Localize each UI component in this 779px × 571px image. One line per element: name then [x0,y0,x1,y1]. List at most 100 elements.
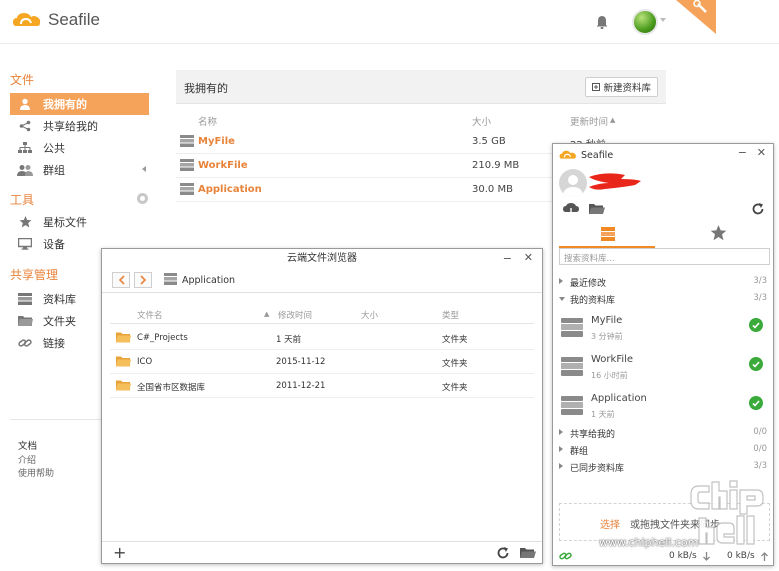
sidebar-item-label: 文件夹 [43,315,76,328]
sidebar-item-public[interactable]: 公共 [10,137,149,159]
chevron-down-icon [559,297,565,301]
sidebar-item-mine[interactable]: 我拥有的 [10,93,149,115]
refresh-icon[interactable] [496,546,510,560]
download-rate: 0 kB/s [669,551,697,561]
top-header: Seafile [0,0,779,44]
file-name: 全国省市区数据库 [137,383,206,393]
minimize-button[interactable]: − [738,146,747,159]
section-my-libraries[interactable]: 我的资料库 3/3 [559,292,769,306]
sidebar-heading-tools: 工具 [10,193,35,207]
forward-button[interactable] [134,272,152,288]
new-library-label: 新建资料库 [603,83,651,94]
group-icon [17,163,33,177]
arrow-up-icon [761,552,768,561]
file-type: 文件夹 [442,335,468,345]
sidebar-heading-share-admin: 共享管理 [10,268,59,282]
refresh-icon[interactable] [751,202,765,216]
library-size: 210.9 MB [472,160,520,171]
column-header-mtime[interactable]: 修改时间 [278,309,312,321]
repo-item[interactable]: WorkFile 16 小时前 [559,351,769,389]
cloud-download-icon[interactable] [563,202,579,216]
list-item[interactable]: ICO 2015-11-12 文件夹 [110,350,534,374]
sidebar-item-label: 资料库 [43,293,76,306]
cloud-file-browser-window[interactable]: 云端文件浏览器 − ✕ Application 文件名 ▲ 修改时间 大小 类型… [101,248,543,564]
section-synced-libraries[interactable]: 已同步资料库 3/3 [559,460,769,474]
list-item[interactable]: 全国省市区数据库 2011-12-21 文件夹 [110,374,534,398]
column-header-name[interactable]: 名称 [198,114,217,128]
chevron-right-icon [559,446,563,452]
minimize-button[interactable]: − [503,252,512,265]
link-icon[interactable] [559,550,572,562]
section-recent[interactable]: 最近修改 3/3 [559,275,769,289]
section-count: 3/3 [753,293,767,303]
column-header-size[interactable]: 大小 [472,114,491,128]
sidebar-item-label: 我拥有的 [43,98,87,111]
chevron-left-icon[interactable] [142,166,146,172]
section-count: 3/3 [753,461,767,471]
file-mtime: 1 天前 [276,335,302,345]
add-icon[interactable]: + [113,543,126,562]
file-name: C#_Projects [137,333,188,343]
monitor-icon [17,237,33,251]
close-button[interactable]: ✕ [757,146,766,159]
folder-open-icon[interactable] [589,203,605,215]
section-label: 已同步资料库 [570,464,625,474]
sidebar-item-starred[interactable]: 星标文件 [10,211,149,233]
sidebar-item-label: 群组 [43,164,65,177]
synced-check-icon [749,318,763,332]
column-header-filename[interactable]: 文件名 [137,309,163,321]
library-icon [561,396,583,415]
breadcrumb[interactable]: Application [182,275,235,286]
sidebar-docs-help-link[interactable]: 使用帮助 [18,466,54,479]
avatar[interactable] [559,169,587,197]
column-header-type[interactable]: 类型 [442,309,459,321]
sort-asc-icon[interactable]: ▲ [610,116,615,124]
new-library-button[interactable]: 新建资料库 [585,77,658,97]
library-name-link[interactable]: MyFile [198,136,235,147]
library-icon [164,273,177,285]
main-header: 我拥有的 新建资料库 [176,70,666,104]
sidebar-item-groups[interactable]: 群组 [10,159,149,181]
library-size: 30.0 MB [472,184,513,195]
tab-starred-icon[interactable] [710,225,727,241]
close-button[interactable]: ✕ [524,251,533,264]
sidebar-heading-files: 文件 [10,73,35,87]
sidebar-item-shared-with-me[interactable]: 共享给我的 [10,115,149,137]
tab-libraries-icon[interactable] [600,226,616,242]
repo-name: WorkFile [591,354,634,365]
library-name-link[interactable]: WorkFile [198,160,248,171]
section-groups[interactable]: 群组 0/0 [559,443,769,457]
bell-icon[interactable] [594,14,610,30]
sort-asc-icon[interactable]: ▲ [264,310,269,318]
browser-toolbar: Application [102,269,542,293]
seafile-logo[interactable]: Seafile [12,10,100,30]
user-avatar[interactable] [632,9,658,35]
library-name-link[interactable]: Application [198,184,262,195]
file-name: ICO [137,357,153,367]
section-shared-with-me[interactable]: 共享给我的 0/0 [559,426,769,440]
column-header-updated[interactable]: 更新时间 [570,114,608,128]
gear-icon[interactable] [137,193,148,204]
search-input[interactable]: 搜索资料库... [559,248,770,265]
chevron-right-icon [139,275,146,285]
back-button[interactable] [112,272,130,288]
chevron-left-icon [118,275,125,285]
select-folder-link[interactable]: 选择 [600,516,620,531]
list-item[interactable]: C#_Projects 1 天前 文件夹 [110,326,534,350]
chevron-right-icon [559,278,563,284]
file-mtime: 2011-12-21 [276,381,326,391]
user-icon [17,97,33,111]
admin-wrench-icon[interactable] [676,0,716,34]
browser-bottom-bar: + [102,541,542,563]
column-header-size[interactable]: 大小 [361,309,378,321]
library-icon [180,183,194,195]
repo-item[interactable]: MyFile 3 分钟前 [559,312,769,350]
library-icon [561,357,583,376]
section-count: 0/0 [753,427,767,437]
folder-open-icon[interactable] [520,547,536,559]
sidebar-item-label: 共享给我的 [43,120,98,133]
chevron-down-icon[interactable] [660,18,666,22]
seafile-desktop: Seafile 文件 我拥有的 共享给我的 公共 群组 工具 星标文件 设备 共… [0,0,779,571]
sidebar-docs-intro-link[interactable]: 介绍 [18,453,36,466]
repo-item[interactable]: Application 1 天前 [559,390,769,428]
